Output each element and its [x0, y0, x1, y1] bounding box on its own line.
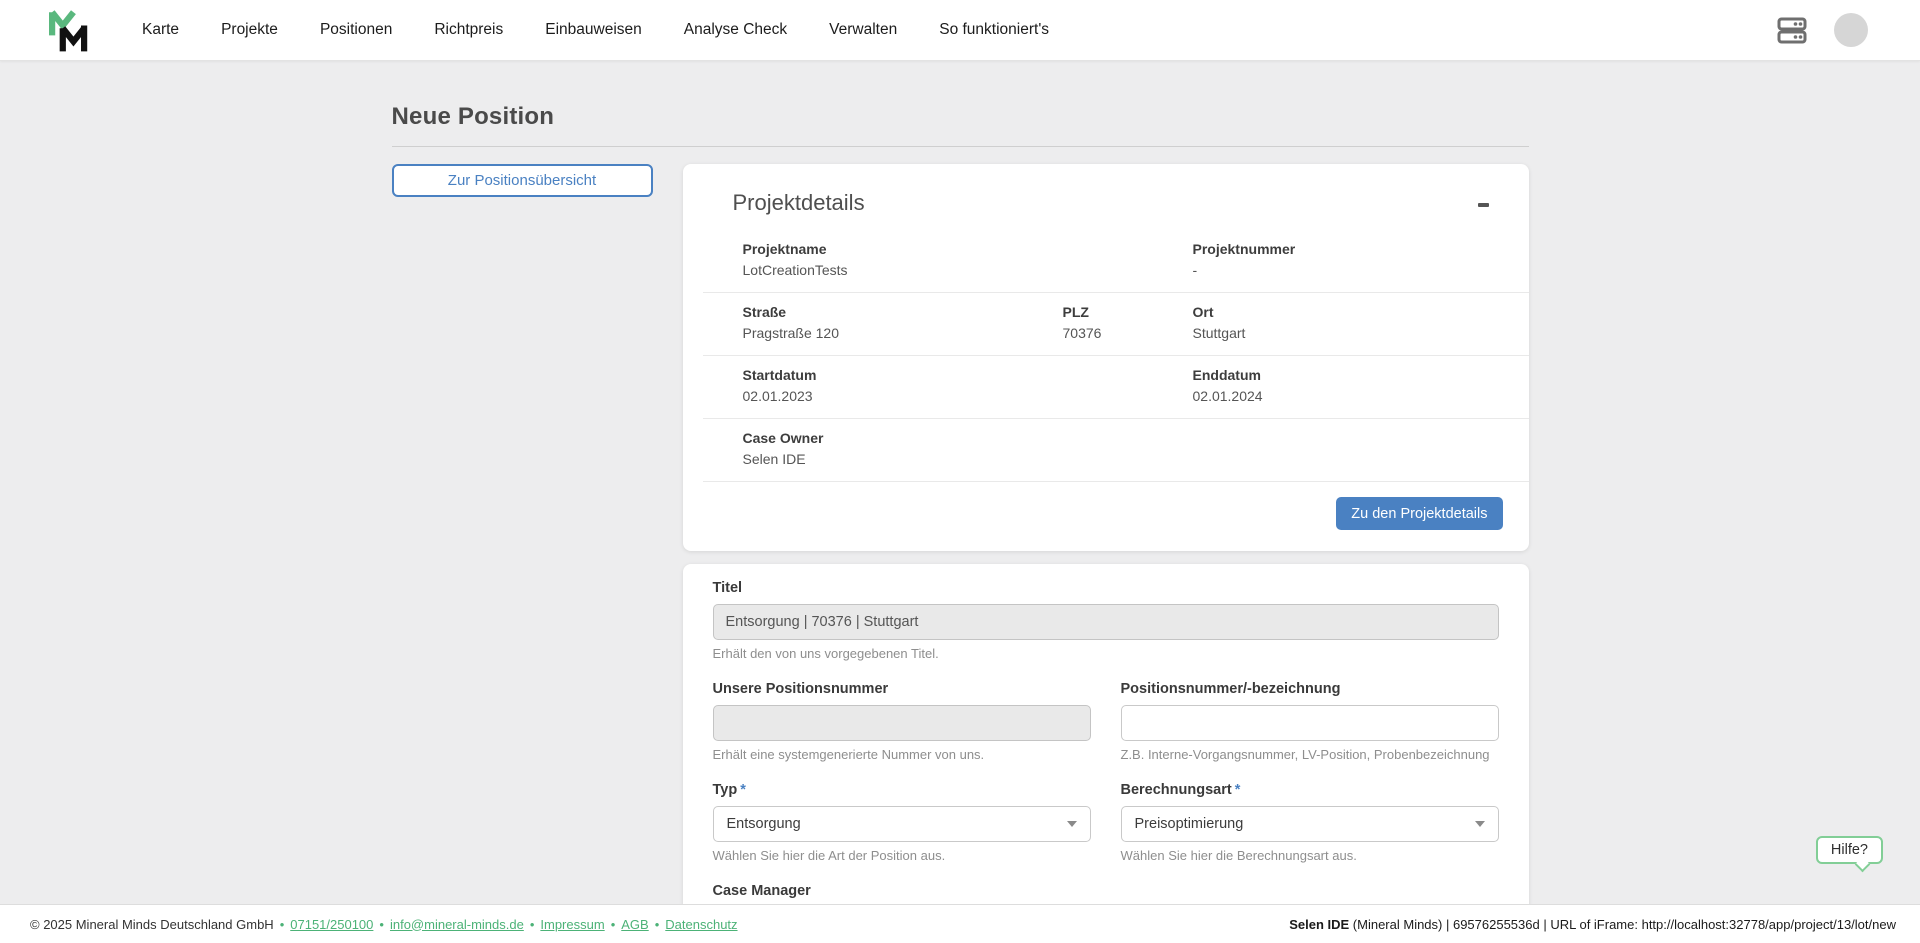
- table-row: Straße Pragstraße 120 PLZ 70376 Ort Stut…: [703, 293, 1529, 356]
- berechnungsart-field-group: Berechnungsart* Preisoptimierung Wählen …: [1121, 782, 1499, 863]
- typ-label: Typ*: [713, 782, 1091, 798]
- impressum-link[interactable]: Impressum: [540, 917, 604, 932]
- field-label: Ort: [1193, 302, 1529, 323]
- field-label: Projektname: [743, 239, 1193, 260]
- nav-item-einbauweisen[interactable]: Einbauweisen: [545, 21, 642, 39]
- field-value: 02.01.2024: [1193, 386, 1529, 407]
- nav-item-richtpreis[interactable]: Richtpreis: [434, 21, 503, 39]
- chevron-down-icon: [1067, 821, 1077, 827]
- mineral-minds-logo-icon[interactable]: [45, 4, 95, 56]
- field-value: Pragstraße 120: [743, 323, 1063, 344]
- berechnungsart-helper: Wählen Sie hier die Berechnungsart aus.: [1121, 848, 1499, 863]
- server-icon[interactable]: [1776, 14, 1808, 46]
- positionsnummer-helper: Z.B. Interne-Vorgangsnummer, LV-Position…: [1121, 747, 1499, 762]
- field-label: PLZ: [1063, 302, 1193, 323]
- nav-item-analyse-check[interactable]: Analyse Check: [684, 21, 787, 39]
- footer-links: © 2025 Mineral Minds Deutschland GmbH • …: [30, 917, 738, 932]
- field-value: Stuttgart: [1193, 323, 1529, 344]
- positionsnummer-label: Positionsnummer/-bezeichnung: [1121, 681, 1499, 697]
- field-value: 70376: [1063, 323, 1193, 344]
- field-label: Projektnummer: [1193, 239, 1529, 260]
- nav-item-verwalten[interactable]: Verwalten: [829, 21, 897, 39]
- agb-link[interactable]: AGB: [621, 917, 648, 932]
- berechnungsart-label: Berechnungsart*: [1121, 782, 1499, 798]
- typ-select[interactable]: Entsorgung: [713, 806, 1091, 842]
- field-label: Enddatum: [1193, 365, 1529, 386]
- case-manager-label: Case Manager: [713, 883, 1091, 899]
- nav-item-positionen[interactable]: Positionen: [320, 21, 392, 39]
- bubble-tail-icon: [1855, 856, 1871, 872]
- go-to-project-details-button[interactable]: Zu den Projektdetails: [1336, 497, 1502, 530]
- card-title: Projektdetails: [733, 190, 865, 216]
- unsere-positionsnummer-helper: Erhält eine systemgenerierte Nummer von …: [713, 747, 1091, 762]
- field-label: Case Owner: [743, 428, 1529, 449]
- chevron-down-icon: [1475, 821, 1485, 827]
- titel-helper: Erhält den von uns vorgegebenen Titel.: [713, 646, 1499, 661]
- nav-item-projekte[interactable]: Projekte: [221, 21, 278, 39]
- field-value: LotCreationTests: [743, 260, 1193, 281]
- back-to-position-overview-button[interactable]: Zur Positionsübersicht: [392, 164, 653, 197]
- table-row: Case Owner Selen IDE: [703, 419, 1529, 482]
- title-divider: [392, 146, 1529, 147]
- unsere-positionsnummer-field-group: Unsere Positionsnummer Erhält eine syste…: [713, 681, 1091, 762]
- field-label: Startdatum: [743, 365, 1193, 386]
- required-asterisk: *: [740, 782, 746, 798]
- positionsnummer-field-group: Positionsnummer/-bezeichnung Z.B. Intern…: [1121, 681, 1499, 762]
- nav-item-karte[interactable]: Karte: [142, 21, 179, 39]
- page-title: Neue Position: [392, 103, 1529, 131]
- top-nav: Karte Projekte Positionen Richtpreis Ein…: [0, 0, 1920, 61]
- berechnungsart-select[interactable]: Preisoptimierung: [1121, 806, 1499, 842]
- unsere-positionsnummer-input: [713, 705, 1091, 741]
- main-nav: Karte Projekte Positionen Richtpreis Ein…: [142, 21, 1049, 39]
- datenschutz-link[interactable]: Datenschutz: [665, 917, 737, 932]
- required-asterisk: *: [1235, 782, 1241, 798]
- copyright-text: © 2025 Mineral Minds Deutschland GmbH: [30, 917, 274, 932]
- positionsnummer-input[interactable]: [1121, 705, 1499, 741]
- titel-input: [713, 604, 1499, 640]
- unsere-positionsnummer-label: Unsere Positionsnummer: [713, 681, 1091, 697]
- email-link[interactable]: info@mineral-minds.de: [390, 917, 524, 932]
- project-details-card: Projektdetails Projektname LotCreationTe…: [683, 164, 1529, 551]
- nav-item-so-funktionierts[interactable]: So funktioniert's: [939, 21, 1049, 39]
- header-actions: [1776, 13, 1868, 47]
- project-details-table: Projektname LotCreationTests Projektnumm…: [703, 230, 1529, 482]
- phone-link[interactable]: 07151/250100: [290, 917, 373, 932]
- session-info: Selen IDE (Mineral Minds) | 69576255536d…: [1289, 917, 1896, 932]
- help-button[interactable]: Hilfe?: [1816, 836, 1883, 864]
- titel-field-group: Titel Erhält den von uns vorgegebenen Ti…: [713, 580, 1499, 661]
- new-position-form-card: Titel Erhält den von uns vorgegebenen Ti…: [683, 564, 1529, 943]
- footer: © 2025 Mineral Minds Deutschland GmbH • …: [0, 904, 1920, 943]
- typ-field-group: Typ* Entsorgung Wählen Sie hier die Art …: [713, 782, 1091, 863]
- field-value: -: [1193, 260, 1529, 281]
- collapse-icon[interactable]: [1475, 196, 1493, 214]
- field-value: Selen IDE: [743, 449, 1529, 470]
- typ-helper: Wählen Sie hier die Art der Position aus…: [713, 848, 1091, 863]
- table-row: Projektname LotCreationTests Projektnumm…: [703, 230, 1529, 293]
- field-label: Straße: [743, 302, 1063, 323]
- user-avatar-icon[interactable]: [1834, 13, 1868, 47]
- field-value: 02.01.2023: [743, 386, 1193, 407]
- table-row: Startdatum 02.01.2023 Enddatum 02.01.202…: [703, 356, 1529, 419]
- main-content: Neue Position Zur Positionsübersicht Pro…: [392, 61, 1529, 943]
- titel-label: Titel: [713, 580, 1499, 596]
